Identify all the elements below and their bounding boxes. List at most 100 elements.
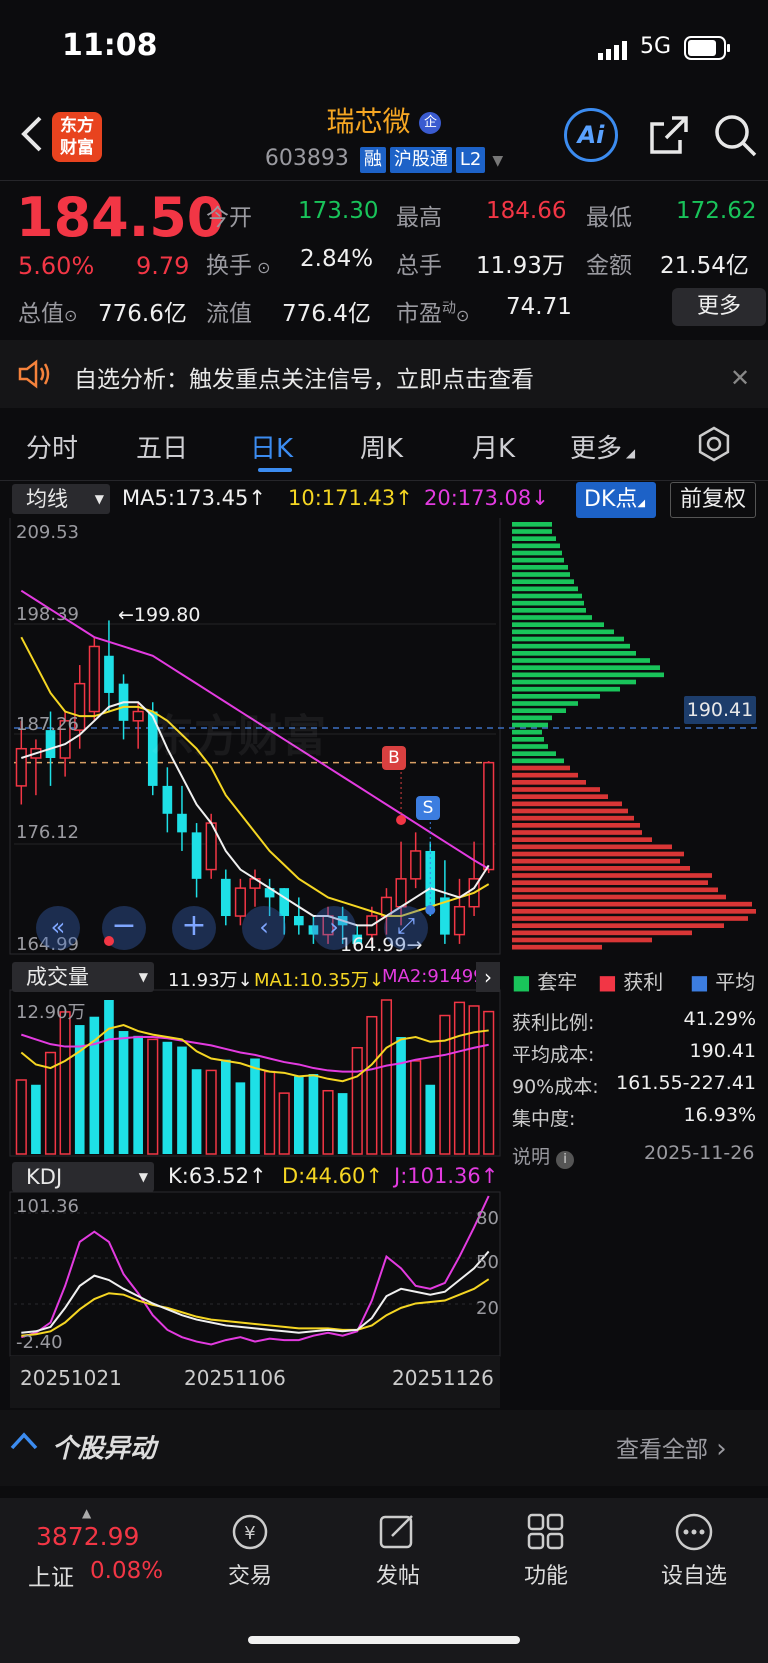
chip-bar [512, 557, 564, 563]
volume-bar [205, 1069, 217, 1155]
high-value: 184.66 [486, 198, 567, 224]
candle-body [220, 878, 231, 917]
volume-selector[interactable]: 成交量 ▼ [12, 962, 154, 992]
volume-bar [118, 1031, 129, 1154]
open-value: 173.30 [298, 198, 379, 224]
kdj-d: D:44.60↑ [282, 1164, 383, 1188]
candle-body [177, 813, 187, 833]
dk-button[interactable]: DK点◢ [576, 482, 656, 518]
speaker-icon [18, 358, 52, 394]
view-all-link[interactable]: 查看全部 › [616, 1430, 727, 1464]
svg-text:¥: ¥ [244, 1523, 255, 1544]
volume-bar [453, 1001, 466, 1155]
tab-more[interactable]: 更多 ◢ [570, 428, 635, 465]
volume-bar [235, 1082, 246, 1154]
candle-body [162, 785, 173, 814]
margin-tag: 融 [359, 147, 386, 173]
tab-monthly-k[interactable]: 月K [472, 428, 515, 465]
chip-row-profit-ratio: 获利比例: 41.29% [512, 1008, 756, 1035]
chevron-up-icon[interactable] [10, 1430, 38, 1454]
close-icon[interactable]: ✕ [730, 364, 750, 392]
tab-five-day[interactable]: 五日 [136, 428, 188, 465]
sell-signal-dot [425, 905, 436, 915]
fullscreen-icon[interactable]: ⤢ [384, 906, 428, 950]
chip-bar [512, 909, 756, 914]
panel-border [9, 1191, 501, 1357]
nav-trade[interactable]: 交易 [195, 1558, 305, 1590]
connect-tag: 沪股通 [389, 147, 452, 173]
candle-body [191, 832, 202, 879]
chip-bar [512, 801, 622, 807]
zoom-in-icon[interactable]: + [172, 906, 216, 950]
functions-icon[interactable] [526, 1512, 566, 1556]
tab-intraday[interactable]: 分时 [26, 428, 78, 465]
high-label: 最高 [396, 205, 442, 231]
caret-down-icon[interactable]: ▼ [492, 153, 503, 169]
buy-signal-badge[interactable]: B [382, 746, 406, 770]
settings-gear-icon[interactable] [696, 426, 732, 466]
chip-bar [512, 830, 642, 835]
level2-tag: L2 [455, 147, 486, 173]
chip-date: 2025-11-26 [644, 1142, 755, 1164]
kdj-selector[interactable]: KDJ ▼ [12, 1162, 154, 1192]
chip-note[interactable]: 说明 i [512, 1142, 575, 1169]
scroll-left-icon[interactable]: ‹ [242, 906, 286, 950]
chip-bar [512, 916, 748, 921]
mktcap-label: 总值⊙ [18, 294, 77, 328]
candle-body [453, 905, 466, 936]
chip-row-value: 16.93% [683, 1104, 756, 1126]
scroll-left-fast-icon[interactable]: « [36, 906, 80, 950]
mktcap-label-text: 总值 [18, 301, 64, 327]
turnover-value: 2.84% [300, 246, 374, 272]
tab-more-label: 更多 [570, 434, 623, 464]
more-dots-icon[interactable] [674, 1512, 714, 1556]
nav-functions[interactable]: 功能 [491, 1558, 601, 1590]
scroll-right-icon[interactable]: › [312, 906, 356, 950]
share-icon[interactable] [648, 114, 690, 160]
chip-row-value: 41.29% [683, 1008, 756, 1030]
more-button[interactable]: 更多 [672, 288, 766, 326]
tab-weekly-k[interactable]: 周K [360, 428, 403, 465]
info-dots-icon[interactable]: ⊙ [64, 306, 77, 325]
chevron-right-icon[interactable]: › [476, 962, 500, 992]
volume-bar [278, 1092, 290, 1155]
ma-selector[interactable]: 均线 ▼ [12, 484, 110, 514]
post-icon[interactable] [378, 1512, 418, 1556]
info-icon[interactable]: i [556, 1151, 575, 1169]
y-label-176: 176.12 [16, 822, 79, 843]
legend-profit-label: 获利 [623, 970, 664, 994]
info-dots-icon[interactable]: ⊙ [456, 306, 469, 325]
sell-signal-badge[interactable]: S [416, 796, 440, 820]
chip-bar [512, 636, 624, 642]
current-price: 184.50 [16, 186, 225, 249]
nav-add-watchlist[interactable]: 设自选 [639, 1558, 749, 1590]
volume-bar [468, 1005, 480, 1155]
search-icon[interactable] [712, 112, 758, 162]
chip-bar [512, 758, 564, 764]
mktcap-value: 776.6亿 [98, 301, 187, 327]
info-dots-icon[interactable]: ⊙ [252, 258, 270, 277]
notice-text[interactable]: 自选分析：触发重点关注信号，立即点击查看 [74, 360, 534, 394]
ai-icon[interactable]: Ai [564, 108, 618, 162]
chip-bar [512, 701, 578, 706]
adjust-button[interactable]: 前复权 [670, 482, 756, 518]
trade-icon[interactable]: ¥ [228, 1512, 272, 1556]
chip-bar [512, 615, 592, 620]
nav-post[interactable]: 发帖 [343, 1558, 453, 1590]
chip-bar [512, 787, 600, 792]
chip-note-label: 说明 [512, 1146, 551, 1168]
stock-name-text: 瑞芯微 [326, 105, 411, 138]
tab-daily-k[interactable]: 日K [250, 428, 293, 465]
chip-bar [512, 866, 690, 871]
volume-bar [15, 1079, 27, 1155]
buy-signal-dot [396, 815, 407, 825]
ma5-value: MA5:173.45↑ [122, 486, 266, 510]
index-value[interactable]: 3872.99 [36, 1522, 139, 1551]
x-date-start: 20251021 [20, 1366, 122, 1390]
chip-bar [512, 694, 600, 699]
ma10-value: 10:171.43↑ [288, 486, 413, 510]
volume-bar [133, 1035, 143, 1154]
chip-bar [512, 823, 640, 828]
chip-bar [512, 844, 672, 850]
chip-legend-trapped: ■ 套牢 [512, 970, 578, 994]
